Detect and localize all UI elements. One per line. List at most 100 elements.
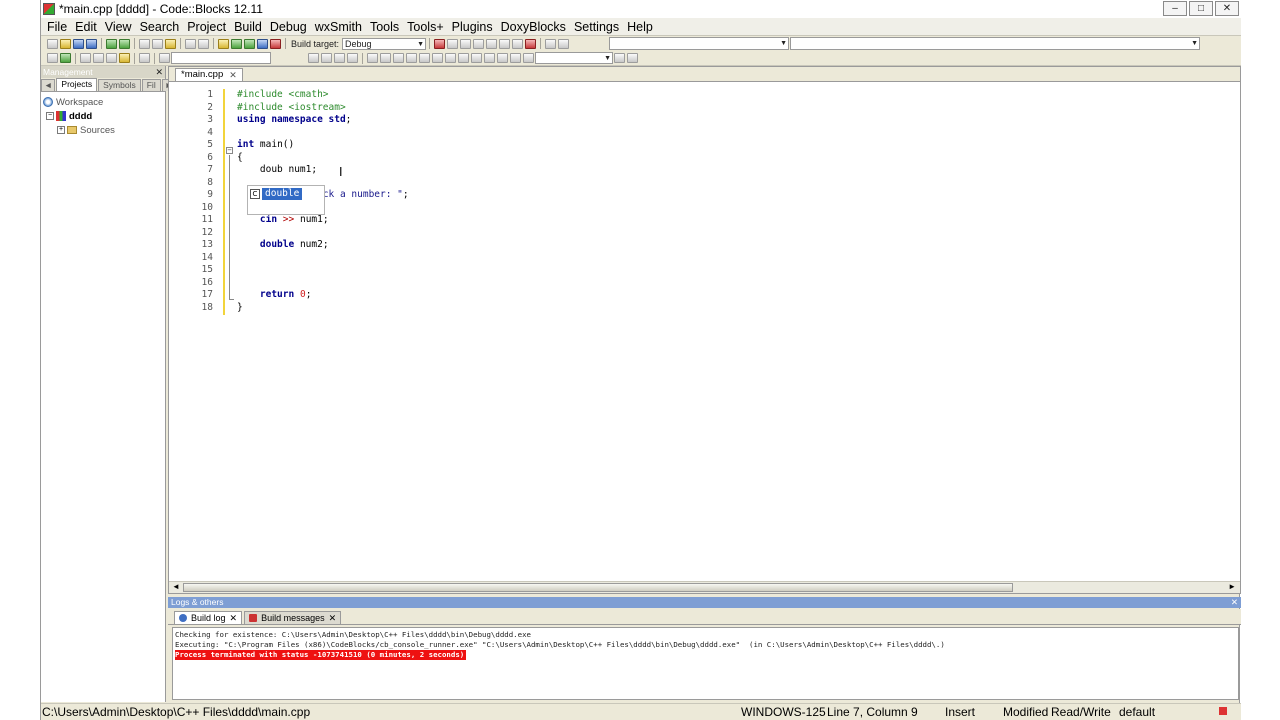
zoom-in-icon[interactable] — [484, 53, 495, 63]
pointer-icon[interactable] — [367, 53, 378, 63]
search-combo[interactable] — [171, 52, 271, 64]
menu-search[interactable]: Search — [136, 20, 184, 34]
comment-icon[interactable] — [80, 53, 91, 63]
panel-b-icon[interactable] — [458, 53, 469, 63]
menu-plugins[interactable]: Plugins — [448, 20, 497, 34]
layout-icon[interactable] — [406, 53, 417, 63]
paste-icon[interactable] — [165, 38, 176, 49]
tab-build-log[interactable]: Build log ✕ — [174, 611, 243, 624]
back-arrow-icon[interactable] — [308, 53, 319, 63]
build-target-select[interactable]: Debug ▼ — [342, 37, 427, 50]
scroll-right-icon[interactable]: ► — [1228, 582, 1236, 591]
tree-sources[interactable]: + Sources — [43, 123, 165, 137]
menu-wxsmith[interactable]: wxSmith — [311, 20, 366, 34]
rectangle-icon[interactable] — [380, 53, 391, 63]
status-close-icon[interactable] — [1219, 707, 1227, 715]
step-into-icon[interactable] — [473, 38, 485, 49]
debug-info-icon[interactable] — [558, 38, 570, 49]
doxy-run-icon[interactable] — [119, 53, 130, 63]
copy-icon[interactable] — [152, 38, 163, 49]
search-icon[interactable] — [627, 53, 638, 63]
cut-icon[interactable] — [139, 38, 150, 49]
tab-close-icon[interactable]: ✕ — [229, 69, 237, 81]
uncomment-icon[interactable] — [93, 53, 104, 63]
s-icon[interactable] — [510, 53, 521, 63]
menu-view[interactable]: View — [101, 20, 136, 34]
menu-build[interactable]: Build — [230, 20, 266, 34]
scroll-left-icon[interactable]: ◄ — [172, 582, 180, 591]
panel-a-icon[interactable] — [445, 53, 456, 63]
highlight-icon[interactable] — [334, 53, 345, 63]
menu-help[interactable]: Help — [623, 20, 657, 34]
tree-project[interactable]: − dddd — [43, 109, 165, 123]
build-log-output[interactable]: Checking for existence: C:\Users\Admin\D… — [172, 627, 1239, 700]
scrollbar-thumb[interactable] — [183, 583, 1013, 592]
fold-collapse-icon[interactable]: − — [226, 147, 233, 154]
doxy-icon[interactable] — [60, 53, 71, 63]
sheet-icon[interactable] — [393, 53, 404, 63]
zoom-out-icon[interactable] — [497, 53, 508, 63]
collapse-icon[interactable]: − — [46, 112, 54, 120]
logs-close-icon[interactable]: ✕ — [1231, 597, 1238, 608]
redo-icon[interactable] — [119, 38, 130, 49]
code-editor[interactable]: 1 2 3 4 5 6 7 8 9 10 11 12 13 14 15 16 17 18 − #include <… — [169, 83, 1240, 577]
run-to-cursor-icon[interactable] — [447, 38, 459, 49]
next-line-icon[interactable] — [460, 38, 472, 49]
close-button[interactable]: ✕ — [1215, 1, 1239, 16]
step-out-icon[interactable] — [486, 38, 498, 49]
next-instruction-icon[interactable] — [499, 38, 511, 49]
menu-project[interactable]: Project — [183, 20, 230, 34]
block-icon[interactable] — [432, 53, 443, 63]
forward-arrow-icon[interactable] — [321, 53, 332, 63]
doxy-config-icon[interactable] — [106, 53, 117, 63]
debug-windows-icon[interactable] — [545, 38, 557, 49]
tab-symbols[interactable]: Symbols — [98, 79, 141, 91]
abort-icon[interactable] — [270, 38, 281, 49]
menu-doxyblocks[interactable]: DoxyBlocks — [497, 20, 570, 34]
menu-file[interactable]: File — [43, 20, 71, 34]
menu-debug[interactable]: Debug — [266, 20, 311, 34]
expand-icon[interactable]: + — [57, 126, 65, 134]
c-icon[interactable] — [523, 53, 534, 63]
save-all-icon[interactable] — [86, 38, 97, 49]
panel-c-icon[interactable] — [471, 53, 482, 63]
rebuild-icon[interactable] — [257, 38, 268, 49]
menu-settings[interactable]: Settings — [570, 20, 623, 34]
save-icon[interactable] — [73, 38, 84, 49]
tab-build-log-close-icon[interactable]: ✕ — [230, 612, 238, 624]
selection-icon[interactable] — [347, 53, 358, 63]
menu-tools-plus[interactable]: Tools+ — [403, 20, 447, 34]
tab-build-messages-close-icon[interactable]: ✕ — [329, 612, 337, 624]
maximize-button[interactable]: □ — [1189, 1, 1213, 16]
tab-build-messages[interactable]: Build messages ✕ — [244, 611, 342, 624]
menu-tools[interactable]: Tools — [366, 20, 403, 34]
autocomplete-item[interactable]: C double — [250, 188, 324, 200]
undo-icon[interactable] — [106, 38, 117, 49]
code-completion-scope-select[interactable]: ▼ — [609, 37, 789, 50]
menu-edit[interactable]: Edit — [71, 20, 101, 34]
tab-projects[interactable]: Projects — [56, 78, 98, 91]
stop-debugger-icon[interactable] — [525, 38, 537, 49]
tab-scroll-left-icon[interactable]: ◄ — [41, 79, 56, 91]
tab-main-cpp[interactable]: *main.cpp ✕ — [175, 68, 243, 81]
build-and-run-icon[interactable] — [244, 38, 255, 49]
tree-workspace[interactable]: Workspace — [43, 95, 165, 109]
find-icon[interactable] — [185, 38, 196, 49]
find-next-icon[interactable] — [614, 53, 625, 63]
find-text-combo[interactable]: ▼ — [535, 52, 613, 64]
code-completion-function-select[interactable]: ▼ — [790, 37, 1200, 50]
split-icon[interactable] — [419, 53, 430, 63]
management-close-icon[interactable]: ✕ — [155, 66, 163, 78]
play-macro-icon[interactable] — [159, 53, 170, 63]
replace-icon[interactable] — [198, 38, 209, 49]
debug-start-icon[interactable] — [434, 38, 446, 49]
pause-icon[interactable] — [512, 38, 524, 49]
run-icon[interactable] — [231, 38, 242, 49]
tools-icon[interactable] — [139, 53, 150, 63]
jump-icon[interactable] — [47, 53, 58, 63]
autocomplete-suggestion[interactable]: double — [262, 188, 303, 200]
minimize-button[interactable]: – — [1163, 1, 1187, 16]
new-file-icon[interactable] — [47, 38, 58, 49]
horizontal-scrollbar[interactable]: ◄ ► — [169, 581, 1240, 593]
open-folder-icon[interactable] — [60, 38, 71, 49]
